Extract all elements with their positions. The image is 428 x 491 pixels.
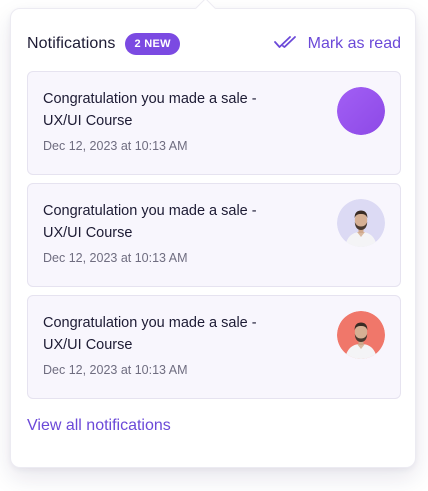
notification-message: Congratulation you made a sale - UX/UI C…	[43, 200, 313, 244]
header-title-group: Notifications 2 NEW	[27, 33, 180, 55]
notification-message: Congratulation you made a sale - UX/UI C…	[43, 312, 313, 356]
notification-message-line: Congratulation you made a sale -	[43, 91, 257, 107]
notification-message-line: Congratulation you made a sale -	[43, 203, 257, 219]
notifications-header: Notifications 2 NEW Mark as read	[27, 31, 401, 57]
notifications-panel: Notifications 2 NEW Mark as read Congrat…	[10, 8, 416, 468]
notification-timestamp: Dec 12, 2023 at 10:13 AM	[43, 251, 188, 265]
notification-list: Congratulation you made a sale - UX/UI C…	[27, 71, 401, 407]
avatar	[337, 87, 385, 135]
notification-item[interactable]: Congratulation you made a sale - UX/UI C…	[27, 183, 401, 287]
notification-message-line: UX/UI Course	[43, 225, 133, 241]
notification-item[interactable]: Congratulation you made a sale - UX/UI C…	[27, 71, 401, 175]
notification-message-line: UX/UI Course	[43, 113, 133, 129]
mark-as-read-label: Mark as read	[307, 35, 401, 52]
notifications-title: Notifications	[27, 35, 116, 52]
notification-message-line: UX/UI Course	[43, 337, 133, 353]
notification-message-line: Congratulation you made a sale -	[43, 315, 257, 331]
notification-item[interactable]: Congratulation you made a sale - UX/UI C…	[27, 295, 401, 399]
mark-as-read-button[interactable]: Mark as read	[273, 35, 401, 54]
notification-timestamp: Dec 12, 2023 at 10:13 AM	[43, 363, 188, 377]
new-count-badge: 2 NEW	[125, 33, 180, 55]
avatar	[337, 311, 385, 359]
double-check-icon	[273, 35, 308, 54]
view-all-notifications-link[interactable]: View all notifications	[27, 417, 171, 435]
avatar	[337, 199, 385, 247]
notifications-popover-stage: Notifications 2 NEW Mark as read Congrat…	[0, 0, 428, 491]
notification-message: Congratulation you made a sale - UX/UI C…	[43, 88, 313, 132]
notification-timestamp: Dec 12, 2023 at 10:13 AM	[43, 139, 188, 153]
